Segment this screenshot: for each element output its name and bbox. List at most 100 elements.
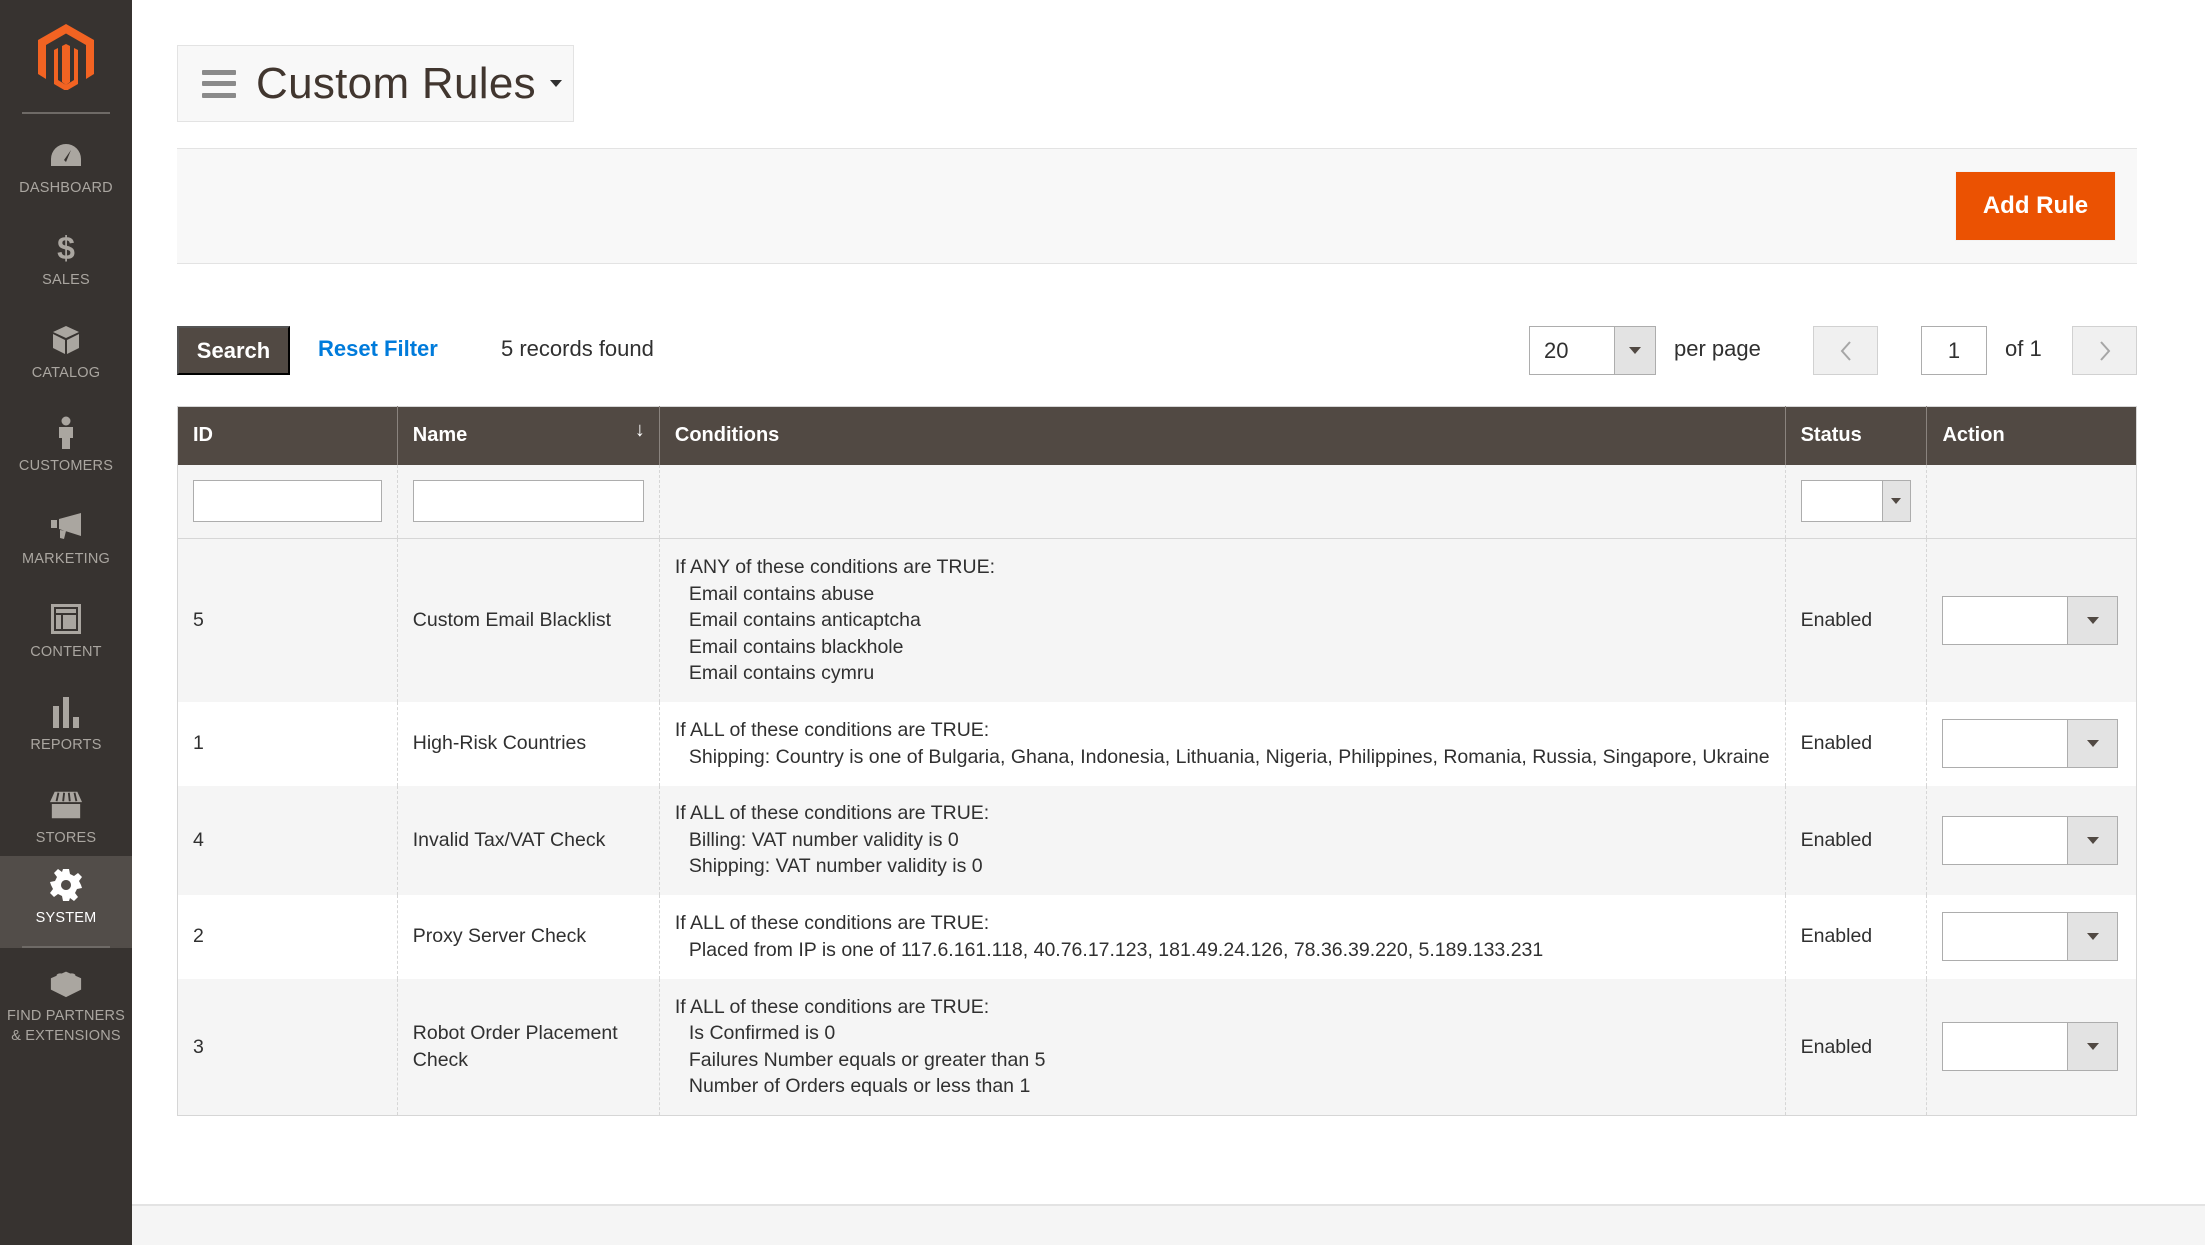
status-filter-select[interactable] — [1800, 480, 1911, 523]
column-header-id[interactable]: ID — [177, 406, 398, 465]
caret-down-icon — [549, 80, 562, 87]
action-select[interactable] — [1942, 912, 2119, 961]
conditions-header: If ANY of these conditions are TRUE: — [674, 556, 995, 578]
sidebar-item-sales[interactable]: $ SALES — [0, 218, 132, 310]
chevron-right-icon — [2099, 340, 2110, 361]
rule-id-cell: 1 — [177, 701, 398, 786]
rule-id-cell: 3 — [177, 978, 398, 1116]
sidebar-item-dashboard[interactable]: DASHBOARD — [0, 126, 132, 218]
rule-id-cell: 2 — [177, 894, 398, 979]
filter-row — [177, 464, 2137, 539]
sidebar-item-label: CATALOG — [31, 365, 101, 381]
rule-name-cell: Custom Email Blacklist — [396, 538, 660, 702]
previous-page-button[interactable] — [1813, 326, 1878, 375]
sidebar-item-partners[interactable]: FIND PARTNERS & EXTENSIONS — [0, 954, 132, 1064]
conditions-header: If ALL of these conditions are TRUE: — [674, 912, 990, 934]
condition-line: Billing: VAT number validity is 0 — [688, 828, 959, 851]
table-row[interactable]: 4 Invalid Tax/VAT Check If ALL of these co… — [177, 785, 2137, 895]
rule-name-cell: Robot Order Placement Check — [396, 978, 660, 1116]
conditions-header: If ALL of these conditions are TRUE: — [674, 802, 990, 825]
megaphone-icon — [49, 509, 83, 543]
sidebar-item-system[interactable]: SYSTEM — [0, 856, 132, 948]
column-header-conditions[interactable]: Conditions — [658, 406, 1786, 465]
hamburger-menu-icon — [202, 69, 236, 98]
action-select-value — [1943, 817, 2067, 864]
rule-action-cell — [1926, 894, 2137, 979]
current-page-input[interactable] — [1921, 326, 1987, 375]
rule-action-cell — [1926, 701, 2137, 786]
rules-grid: ID Name ↓ Conditions Status Action 5 Cust… — [177, 406, 2137, 1116]
caret-down-icon — [1629, 347, 1641, 354]
rule-conditions-cell: If ALL of these conditions are TRUE: Is C… — [658, 978, 1786, 1116]
action-dropdown-toggle[interactable] — [2067, 596, 2118, 644]
per-page-label: per page — [1674, 336, 1761, 361]
add-rule-button[interactable]: Add Rule — [1956, 172, 2115, 240]
rule-status-cell: Enabled — [1784, 785, 1927, 895]
sidebar-item-content[interactable]: CONTENT — [0, 590, 132, 682]
action-select[interactable] — [1942, 1022, 2119, 1072]
action-select-value — [1943, 913, 2067, 960]
id-filter-input[interactable] — [193, 480, 382, 523]
svg-text:$: $ — [57, 231, 75, 263]
caret-down-icon — [2086, 836, 2099, 844]
status-filter-toggle[interactable] — [1881, 481, 1910, 522]
action-dropdown-toggle[interactable] — [2067, 720, 2118, 767]
per-page-dropdown-toggle[interactable] — [1614, 327, 1655, 374]
action-select[interactable] — [1942, 815, 2119, 865]
table-row[interactable]: 2 Proxy Server Check If ALL of these condi… — [177, 894, 2137, 979]
action-select-value — [1943, 1023, 2067, 1070]
page-title-switcher[interactable]: Custom Rules — [177, 45, 574, 122]
search-button[interactable]: Search — [177, 326, 290, 375]
sidebar-item-stores[interactable]: STORES — [0, 776, 132, 868]
next-page-button[interactable] — [2072, 326, 2137, 375]
condition-line: Is Confirmed is 0 — [688, 1022, 836, 1045]
name-filter-input[interactable] — [412, 480, 644, 523]
column-header-action: Action — [1926, 406, 2137, 465]
rule-conditions-cell: If ALL of these conditions are TRUE: Ship… — [658, 701, 1786, 786]
rule-conditions-cell: If ALL of these conditions are TRUE: Plac… — [658, 894, 1786, 979]
condition-line: Shipping: VAT number validity is 0 — [688, 855, 983, 878]
gear-icon — [49, 868, 83, 902]
magento-logo-icon[interactable] — [36, 24, 96, 91]
dashboard-gauge-icon — [49, 138, 83, 172]
rule-name-cell: High-Risk Countries — [396, 701, 660, 786]
table-row[interactable]: 1 High-Risk Countries If ALL of these cond… — [177, 701, 2137, 786]
conditions-header: If ALL of these conditions are TRUE: — [674, 995, 990, 1018]
condition-line: Failures Number equals or greater than 5 — [688, 1048, 1046, 1071]
rule-status-cell: Enabled — [1784, 538, 1927, 702]
action-select[interactable] — [1942, 595, 2119, 645]
filter-cell-name — [396, 464, 660, 539]
sort-descending-icon: ↓ — [634, 419, 645, 441]
action-select[interactable] — [1942, 719, 2119, 768]
reset-filter-link[interactable]: Reset Filter — [318, 336, 438, 362]
rule-status-cell: Enabled — [1784, 701, 1927, 786]
sidebar-item-catalog[interactable]: CATALOG — [0, 311, 132, 403]
table-row[interactable]: 5 Custom Email Blacklist If ANY of these c… — [177, 538, 2137, 702]
action-dropdown-toggle[interactable] — [2067, 816, 2118, 864]
rule-action-cell — [1926, 978, 2137, 1116]
rule-conditions-cell: If ALL of these conditions are TRUE: Bill… — [658, 785, 1786, 895]
column-header-status[interactable]: Status — [1784, 406, 1927, 465]
sidebar-item-marketing[interactable]: MARKETING — [0, 497, 132, 589]
condition-line: Placed from IP is one of 117.6.161.118, … — [688, 938, 1544, 961]
condition-line: Number of Orders equals or less than 1 — [688, 1075, 1031, 1098]
rule-id-cell: 5 — [177, 538, 398, 702]
page-title: Custom Rules — [256, 58, 536, 108]
dollar-icon: $ — [49, 230, 83, 264]
per-page-select[interactable]: 20 — [1529, 326, 1656, 375]
condition-line: Email contains abuse — [688, 582, 875, 605]
caret-down-icon — [2086, 616, 2099, 624]
condition-line: Email contains cymru — [688, 662, 875, 684]
filter-cell-action — [1926, 464, 2137, 539]
filter-cell-conditions — [658, 464, 1786, 539]
caret-down-icon — [2086, 740, 2099, 747]
sidebar-item-label: SALES — [42, 272, 90, 288]
sidebar-item-customers[interactable]: CUSTOMERS — [0, 404, 132, 496]
column-header-name[interactable]: Name ↓ — [396, 406, 660, 465]
action-dropdown-toggle[interactable] — [2067, 1023, 2118, 1071]
sidebar-item-label: CUSTOMERS — [18, 458, 114, 474]
caret-down-icon — [2086, 1043, 2099, 1051]
table-row[interactable]: 3 Robot Order Placement Check If ALL of th… — [177, 978, 2137, 1116]
sidebar-item-reports[interactable]: REPORTS — [0, 683, 132, 775]
action-dropdown-toggle[interactable] — [2067, 913, 2118, 960]
